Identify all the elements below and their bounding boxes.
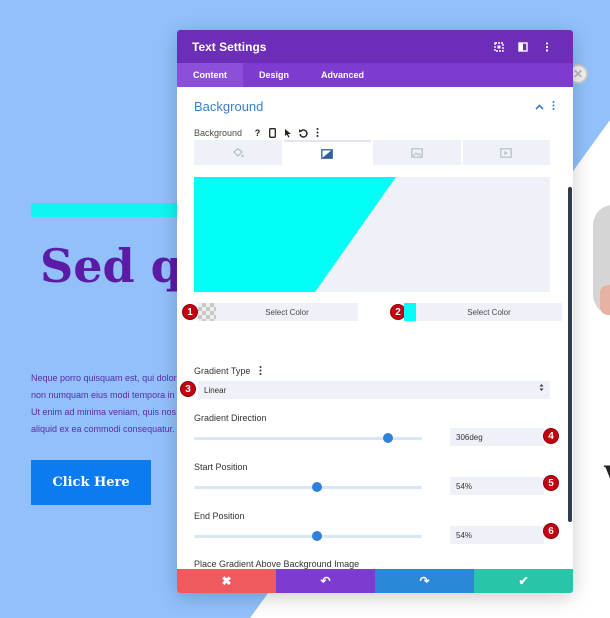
modal-header: Text Settings bbox=[177, 30, 573, 63]
scrollbar[interactable] bbox=[567, 87, 573, 569]
more-icon[interactable] bbox=[310, 125, 325, 140]
gradient-icon[interactable] bbox=[283, 140, 371, 165]
accent-bar bbox=[31, 203, 181, 217]
gradient-direction-label: Gradient Direction bbox=[194, 413, 267, 423]
start-position-label: Start Position bbox=[194, 462, 248, 472]
chevron-up-icon[interactable] bbox=[535, 102, 544, 112]
start-position-input[interactable]: 54% bbox=[450, 477, 544, 495]
end-position-label: End Position bbox=[194, 511, 245, 521]
fill-icon[interactable] bbox=[194, 140, 282, 165]
text-settings-modal: Text Settings Content Design Advanced Ba… bbox=[177, 30, 573, 593]
step-badge-4: 4 bbox=[543, 428, 559, 444]
select-color-1-button[interactable]: Select Color bbox=[216, 303, 358, 321]
more-icon[interactable] bbox=[535, 37, 559, 57]
gradient-preview bbox=[194, 177, 550, 292]
hero-text-content: Neque porro quisquam est, qui dolor non … bbox=[31, 373, 177, 434]
video-icon[interactable] bbox=[462, 140, 550, 165]
modal-title: Text Settings bbox=[192, 39, 267, 54]
step-badge-1: 1 bbox=[182, 304, 198, 320]
mobile-icon[interactable] bbox=[265, 125, 280, 140]
end-position-knob[interactable] bbox=[312, 531, 323, 541]
end-position-slider[interactable] bbox=[194, 531, 422, 541]
more-icon[interactable] bbox=[552, 101, 555, 112]
gradient-direction-input[interactable]: 306deg bbox=[450, 428, 544, 446]
text-fragment: V bbox=[604, 462, 610, 488]
more-icon[interactable] bbox=[259, 366, 262, 377]
cursor-icon[interactable] bbox=[280, 125, 295, 140]
person-face-fragment bbox=[600, 285, 610, 315]
hero-button[interactable]: Click Here bbox=[31, 460, 151, 505]
gradient-direction-knob[interactable] bbox=[382, 433, 393, 443]
color-1-swatch[interactable] bbox=[198, 303, 216, 321]
select-arrows-icon bbox=[539, 383, 544, 394]
help-icon[interactable]: ? bbox=[250, 125, 265, 140]
undo-icon[interactable] bbox=[295, 125, 310, 140]
cancel-button[interactable]: ✖ bbox=[177, 569, 276, 593]
section-title: Background bbox=[194, 99, 264, 114]
gradient-type-label: Gradient Type bbox=[194, 366, 251, 376]
start-position-knob[interactable] bbox=[312, 482, 323, 492]
select-color-2-button[interactable]: Select Color bbox=[416, 303, 562, 321]
background-type-tabs bbox=[194, 140, 550, 165]
gradient-type-select[interactable]: Linear bbox=[198, 381, 550, 399]
color-stops-row: 1 Select Color 2 Select Color bbox=[182, 303, 562, 321]
hero-title: Sed qu numqu bbox=[40, 240, 180, 292]
background-label-row: Background ? bbox=[194, 125, 325, 140]
step-badge-5: 5 bbox=[543, 475, 559, 491]
step-badge-6: 6 bbox=[543, 523, 559, 539]
gradient-type-value: Linear bbox=[204, 385, 227, 395]
screen-icon[interactable] bbox=[487, 37, 511, 57]
modal-tabs: Content Design Advanced bbox=[177, 63, 573, 87]
redo-button[interactable]: ↷ bbox=[375, 569, 474, 593]
columns-icon[interactable] bbox=[511, 37, 535, 57]
step-badge-3: 3 bbox=[180, 381, 196, 397]
tab-advanced[interactable]: Advanced bbox=[305, 63, 380, 87]
save-button[interactable]: ✔ bbox=[474, 569, 573, 593]
tab-design[interactable]: Design bbox=[243, 63, 305, 87]
start-position-slider[interactable] bbox=[194, 482, 422, 492]
tab-content[interactable]: Content bbox=[177, 63, 243, 87]
modal-footer: ✖ ↶ ↷ ✔ bbox=[177, 569, 573, 593]
background-section-header[interactable]: Background bbox=[194, 99, 555, 114]
hero-text: Neque porro quisquam est, qui dolor non … bbox=[31, 370, 177, 438]
color-2-swatch[interactable] bbox=[404, 303, 416, 321]
place-gradient-above-label: Place Gradient Above Background Image bbox=[194, 559, 360, 569]
undo-button[interactable]: ↶ bbox=[276, 569, 375, 593]
gradient-direction-slider[interactable] bbox=[194, 433, 422, 443]
end-position-input[interactable]: 54% bbox=[450, 526, 544, 544]
image-icon[interactable] bbox=[373, 140, 461, 165]
background-label: Background bbox=[194, 127, 243, 138]
scrollbar-thumb[interactable] bbox=[568, 187, 572, 522]
modal-content: Background Background ? 1 Select Color 2… bbox=[177, 87, 567, 569]
gradient-type-label-row: Gradient Type bbox=[194, 366, 262, 377]
